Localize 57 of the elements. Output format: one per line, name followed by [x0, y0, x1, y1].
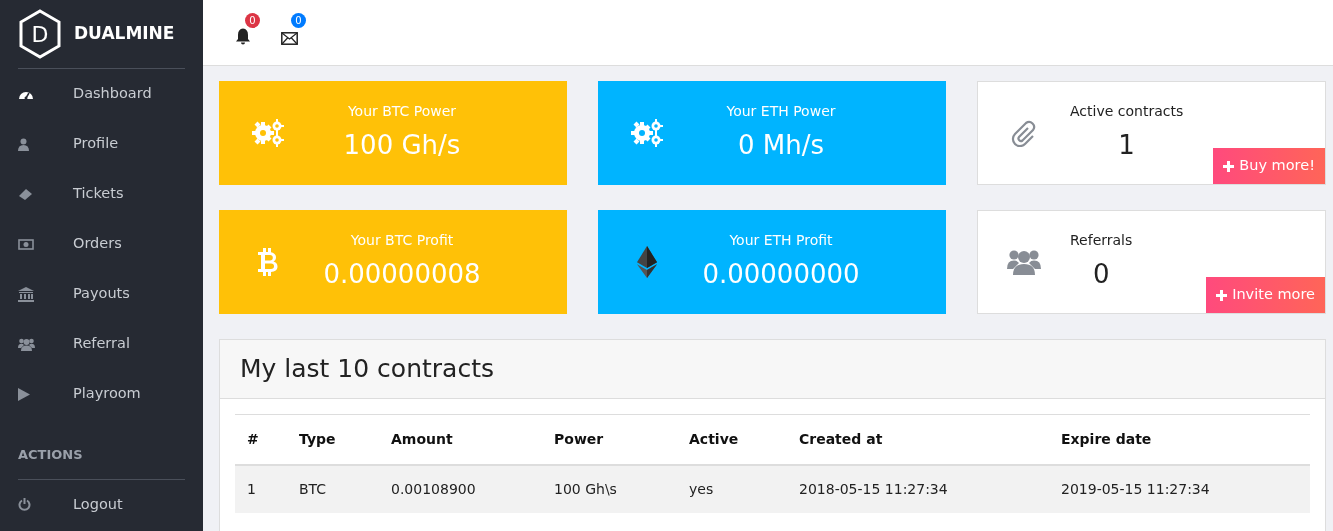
table-cell: 100 Gh\s [542, 464, 677, 513]
table-cell: 1 [235, 464, 287, 513]
paperclip-icon [1011, 119, 1037, 147]
column-header: Created at [787, 414, 1049, 465]
stat-value: 100 Gh/s [343, 129, 461, 162]
card-value: 1 [1118, 129, 1135, 162]
logo-icon: D [18, 9, 62, 59]
stat-value: 0.00000008 [323, 258, 481, 291]
nav-link[interactable]: Tickets [0, 169, 203, 219]
nav-link[interactable]: Playroom [0, 369, 203, 419]
mail-icon [281, 31, 298, 45]
stat-value: 0 Mh/s [738, 129, 824, 162]
section-title: ACTIONS [18, 445, 185, 480]
stat-label: Your BTC Profit [350, 231, 454, 250]
ticket-icon [18, 187, 33, 201]
card-value: 0 [1092, 258, 1110, 291]
money-icon [18, 238, 34, 250]
bitcoin-icon [258, 248, 278, 276]
nav-link[interactable]: Dashboard [0, 69, 203, 119]
plus-icon [1216, 289, 1228, 301]
column-header: Power [542, 414, 677, 465]
ethereum-icon [637, 246, 657, 278]
column-header: Expire date [1049, 414, 1310, 465]
nav-link[interactable]: Referral [0, 319, 203, 369]
stat-label: Your ETH Profit [729, 231, 833, 250]
gears-icon [631, 119, 663, 147]
column-header: Type [287, 414, 379, 465]
count-badge: 0 [291, 12, 306, 28]
stat-label: Your ETH Power [726, 102, 836, 121]
table-cell: 0.00108900 [379, 464, 542, 513]
nav-link[interactable]: Payouts [0, 269, 203, 319]
nav-link[interactable]: Orders [0, 219, 203, 269]
stat-value: 0.00000000 [702, 258, 860, 291]
nav-link[interactable]: Logout [0, 479, 203, 530]
plus-icon [1223, 160, 1235, 172]
users-icon [18, 337, 35, 351]
table-cell: 2019-05-15 11:27:34 [1049, 464, 1310, 513]
users-icon [1007, 248, 1041, 276]
play-icon [18, 387, 30, 401]
card-label: Referrals [1070, 231, 1133, 250]
column-header: Amount [379, 414, 542, 465]
gears-icon [252, 119, 284, 147]
card-label: Active contracts [1070, 102, 1184, 121]
power-icon [18, 498, 31, 511]
brand-name: DUALMINE [74, 22, 175, 46]
nav-link[interactable]: Profile [0, 119, 203, 169]
table-cell: yes [677, 464, 787, 513]
column-header: # [235, 414, 287, 465]
user-icon [18, 137, 29, 151]
panel-title: My last 10 contracts [240, 353, 494, 386]
count-badge: 0 [245, 12, 260, 28]
bell-icon [235, 27, 251, 45]
table-cell: BTC [287, 464, 379, 513]
column-header: Active [677, 414, 787, 465]
table-cell: 2018-05-15 11:27:34 [787, 464, 1049, 513]
bank-icon [18, 286, 34, 302]
stat-label: Your BTC Power [347, 102, 457, 121]
